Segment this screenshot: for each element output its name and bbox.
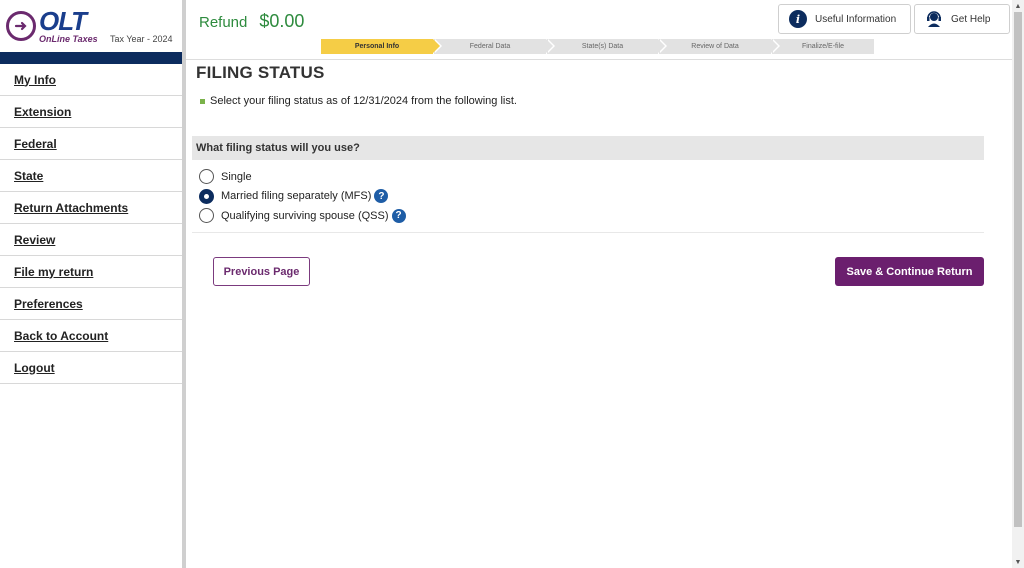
logo-title: OLT — [39, 6, 87, 36]
sidebar-item-label: Logout — [14, 360, 55, 375]
sidebar-nav: My Info Extension Federal State Return A… — [0, 64, 182, 384]
sidebar-item-back-to-account[interactable]: Back to Account — [0, 320, 182, 352]
sidebar-item-label: Review — [14, 232, 56, 247]
sidebar-item-my-info[interactable]: My Info — [0, 64, 182, 96]
help-question-icon[interactable]: ? — [374, 189, 389, 204]
step-review-of-data[interactable]: Review of Data — [659, 39, 780, 54]
sidebar-item-label: State — [14, 168, 44, 183]
tax-year: Tax Year - 2024 — [110, 34, 173, 44]
progress-steps: Personal Info Federal Data State(s) Data… — [321, 39, 875, 54]
instruction-text: Select your filing status as of 12/31/20… — [200, 95, 517, 107]
step-states-data[interactable]: State(s) Data — [547, 39, 667, 54]
previous-page-button[interactable]: Previous Page — [213, 257, 310, 286]
radio-mfs[interactable] — [199, 188, 214, 204]
option-label: Single — [221, 170, 252, 183]
refund-label: Refund — [199, 14, 248, 31]
step-label: Federal Data — [469, 43, 511, 50]
sidebar-item-preferences[interactable]: Preferences — [0, 288, 182, 320]
sidebar-item-file-my-return[interactable]: File my return — [0, 256, 182, 288]
instruction-label: Select your filing status as of 12/31/20… — [210, 95, 517, 107]
sidebar-item-label: Preferences — [14, 296, 83, 311]
vertical-scrollbar[interactable]: ▲ ▼ — [1012, 0, 1024, 568]
sidebar-item-label: Return Attachments — [14, 200, 129, 215]
step-label: Review of Data — [691, 43, 739, 50]
scroll-down-icon[interactable]: ▼ — [1012, 556, 1024, 568]
sidebar-item-label: File my return — [14, 264, 94, 279]
scroll-up-icon[interactable]: ▲ — [1012, 0, 1024, 12]
get-help-button[interactable]: Get Help — [914, 4, 1010, 34]
refund-amount: $0.00 — [259, 11, 305, 31]
divider — [192, 232, 984, 233]
sidebar-item-review[interactable]: Review — [0, 224, 182, 256]
refund-display: Refund $0.00 — [199, 11, 304, 32]
sidebar-item-return-attachments[interactable]: Return Attachments — [0, 192, 182, 224]
option-married-filing-separately[interactable]: Married filing separately (MFS) ? — [199, 187, 406, 207]
step-finalize-efile[interactable]: Finalize/E-file — [772, 39, 874, 54]
sidebar-item-label: Federal — [14, 136, 57, 151]
logo[interactable]: OLT OnLine Taxes Tax Year - 2024 — [0, 0, 182, 52]
sidebar-item-federal[interactable]: Federal — [0, 128, 182, 160]
save-continue-button[interactable]: Save & Continue Return — [835, 257, 984, 286]
scroll-thumb[interactable] — [1014, 12, 1022, 527]
sidebar-item-label: My Info — [14, 72, 56, 87]
step-label: Personal Info — [354, 43, 400, 50]
radio-single[interactable] — [199, 169, 214, 185]
option-label: Qualifying surviving spouse (QSS) — [221, 209, 389, 222]
step-label: Finalize/E-file — [801, 43, 844, 50]
step-label: State(s) Data — [581, 43, 624, 50]
info-icon: i — [789, 10, 807, 28]
option-single[interactable]: Single — [199, 167, 406, 187]
sidebar-item-label: Extension — [14, 104, 72, 119]
option-qualifying-surviving-spouse[interactable]: Qualifying surviving spouse (QSS) ? — [199, 206, 406, 226]
question-header: What filing status will you use? — [192, 136, 984, 160]
help-question-icon[interactable]: ? — [391, 208, 406, 223]
useful-information-label: Useful Information — [815, 13, 897, 25]
step-personal-info[interactable]: Personal Info — [321, 39, 442, 54]
sidebar-item-state[interactable]: State — [0, 160, 182, 192]
page-title: FILING STATUS — [196, 63, 325, 82]
sidebar-item-logout[interactable]: Logout — [0, 352, 182, 384]
filing-status-options: Single Married filing separately (MFS) ?… — [199, 167, 406, 226]
useful-information-button[interactable]: i Useful Information — [778, 4, 911, 34]
bullet-icon — [200, 98, 205, 104]
nav-header-bar — [0, 52, 182, 64]
logo-arrow-icon — [6, 11, 36, 41]
sidebar-item-label: Back to Account — [14, 328, 109, 343]
header: Refund $0.00 i Useful Information Get He… — [186, 0, 1012, 60]
main-content: FILING STATUS Select your filing status … — [186, 60, 1012, 568]
step-federal-data[interactable]: Federal Data — [434, 39, 555, 54]
get-help-label: Get Help — [951, 13, 991, 25]
sidebar-item-extension[interactable]: Extension — [0, 96, 182, 128]
option-label: Married filing separately (MFS) — [221, 190, 372, 203]
radio-qss[interactable] — [199, 208, 214, 224]
sidebar: OLT OnLine Taxes Tax Year - 2024 My Info… — [0, 0, 186, 568]
logo-subtitle: OnLine Taxes — [39, 34, 98, 44]
support-agent-icon — [925, 10, 943, 28]
